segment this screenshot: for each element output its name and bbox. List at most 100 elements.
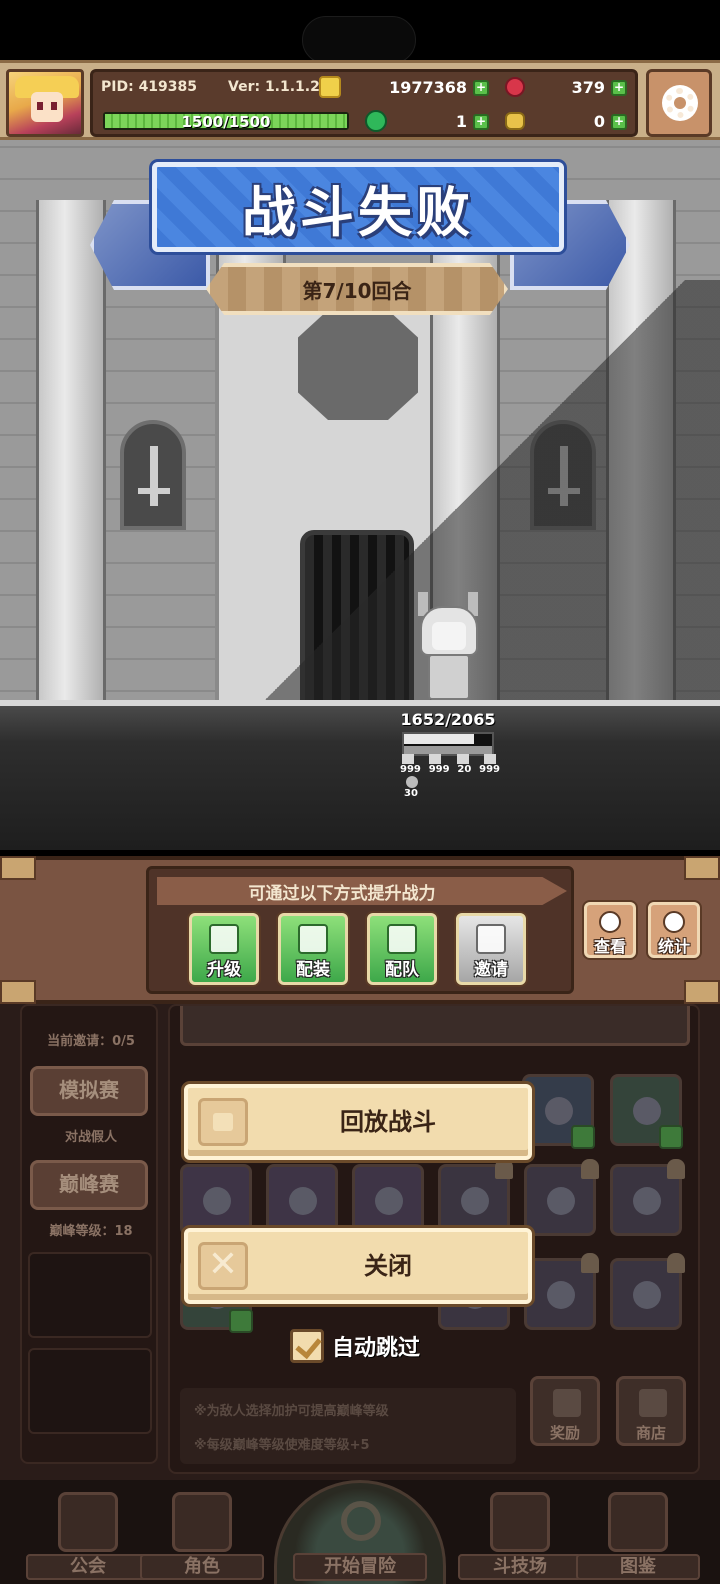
powerup-panel: 可通过以下方式提升战力 升级 配装 配队 邀请 查看 统计: [0, 856, 720, 1004]
hero-stats: 999 999 20 999: [400, 764, 500, 775]
skull-icon: [633, 1187, 661, 1215]
helmet-skill[interactable]: [266, 1164, 338, 1236]
add-clover-button[interactable]: +: [473, 114, 489, 130]
bottom-nav: 公会 角色 开始冒险 斗技场 图鉴: [0, 1480, 720, 1584]
cloud-icon: [203, 1187, 231, 1215]
stat-speed: 20: [457, 764, 472, 775]
empty-slot: [28, 1348, 152, 1434]
note-line-1: ※为敌人选择加护可提高巅峰等级: [194, 1404, 389, 1419]
lock-icon: [495, 1159, 513, 1179]
resource-panel: PID: 419385 Ver: 1.1.1.2 1977368 + 379 +…: [90, 69, 638, 137]
auto-skip-label: 自动跳过: [332, 1336, 421, 1361]
stat-crit: 999: [479, 764, 500, 775]
lock-icon: [581, 1253, 599, 1273]
lock-icon: [581, 1159, 599, 1179]
magnifier-icon: [341, 1501, 381, 1541]
shop-button[interactable]: 商店: [616, 1376, 686, 1446]
player-id: PID: 419385: [101, 79, 198, 95]
replay-battle-button[interactable]: 回放战斗: [184, 1084, 532, 1160]
gear-skill[interactable]: [524, 1159, 599, 1236]
hero-sprite: [414, 592, 484, 702]
stat-defense: 999: [428, 764, 450, 775]
auto-skip-checkbox[interactable]: [290, 1329, 324, 1363]
arena-mode-column: 当前邀请：0/5 模拟赛 对战假人 巅峰赛 巅峰等级：18: [20, 1004, 158, 1464]
settings-button[interactable]: [646, 69, 712, 137]
lightning-skill[interactable]: [438, 1159, 513, 1236]
gem-icon: [505, 77, 525, 97]
empty-slot: [28, 1252, 152, 1338]
peak-tab[interactable]: 巅峰赛: [30, 1160, 148, 1210]
list-icon: [663, 911, 685, 933]
armor-icon: [298, 924, 328, 954]
clover-icon: [365, 110, 387, 132]
add-gems-button[interactable]: +: [611, 80, 627, 96]
add-gold-button[interactable]: +: [473, 80, 489, 96]
auto-skip-toggle[interactable]: 自动跳过: [290, 1328, 420, 1364]
close-button[interactable]: ✕ 关闭: [184, 1228, 532, 1304]
powerup-tip-box: 可通过以下方式提升战力 升级 配装 配队 邀请: [146, 866, 574, 994]
add-bone-button[interactable]: +: [611, 114, 627, 130]
shop-icon: [639, 1389, 667, 1417]
reward-button[interactable]: 奖励: [530, 1376, 600, 1446]
nav-guild[interactable]: 公会: [26, 1492, 150, 1580]
player-avatar[interactable]: [6, 69, 84, 137]
view-button[interactable]: 查看: [584, 902, 636, 958]
character-icon: [172, 1492, 232, 1552]
nav-character[interactable]: 角色: [140, 1492, 264, 1580]
infinity-skill[interactable]: [610, 1253, 685, 1330]
gold-coin-icon: [319, 76, 341, 98]
lock-icon: [667, 1253, 685, 1273]
statistics-button[interactable]: 统计: [648, 902, 700, 958]
stamina-bar: 1500/1500: [103, 112, 349, 131]
burst-skill[interactable]: [352, 1164, 424, 1236]
hero-hp-text: 1652/2065: [400, 710, 496, 729]
stat-attack: 999: [400, 764, 421, 775]
magnifier-icon: [599, 911, 621, 933]
nav-adventure[interactable]: 开始冒险: [274, 1480, 446, 1584]
team-button[interactable]: 配队: [367, 913, 437, 985]
gem-amount: 379: [571, 78, 605, 97]
battle-scene: 战斗失败 第7/10回合 1652/2065 999 999 20 999 30: [0, 140, 720, 850]
axe-skill[interactable]: [524, 1253, 599, 1330]
cloud-skill[interactable]: [180, 1164, 252, 1236]
arena-notes: ※为敌人选择加护可提高巅峰等级 ※每级巅峰等级使难度等级+5: [180, 1388, 516, 1464]
hero-hp-bar: [402, 732, 494, 756]
clover-amount: 1: [455, 112, 467, 131]
burst-icon: [375, 1187, 403, 1215]
equip-button[interactable]: 配装: [278, 913, 348, 985]
device-notch: [302, 16, 416, 64]
chest-icon: [553, 1389, 581, 1417]
helmet-icon: [289, 1187, 317, 1215]
note-line-2: ※每级巅峰等级使难度等级+5: [194, 1438, 370, 1453]
extra-stat-icon: [406, 776, 418, 788]
sword-niche: [120, 420, 186, 530]
enemy-preview: [180, 1006, 690, 1046]
invite-status: 当前邀请：0/5: [47, 1034, 135, 1049]
level-up-icon: [209, 924, 239, 954]
guild-icon: [58, 1492, 118, 1552]
crossed-swords-icon: [490, 1492, 550, 1552]
check-icon: [659, 1125, 683, 1149]
skull-skill[interactable]: [610, 1159, 685, 1236]
check-icon: [229, 1309, 253, 1333]
nav-codex[interactable]: 图鉴: [576, 1492, 700, 1580]
round-text: 第7/10回合: [302, 278, 412, 303]
invite-button[interactable]: 邀请: [456, 913, 526, 985]
bone-icon: [505, 112, 525, 130]
powerup-tip: 可通过以下方式提升战力: [248, 883, 436, 904]
axe-icon: [547, 1281, 575, 1309]
infinity-icon: [633, 1281, 661, 1309]
level-up-button[interactable]: 升级: [189, 913, 259, 985]
claw-skill[interactable]: [610, 1074, 683, 1149]
paw-skill[interactable]: [522, 1074, 595, 1149]
gold-amount: 1977368: [389, 78, 467, 97]
hero-hp-fill: [404, 734, 475, 744]
bone-amount: 0: [593, 112, 605, 131]
peak-level: 巅峰等级：18: [49, 1224, 133, 1239]
battle-result-title: 战斗失败: [242, 180, 474, 244]
nav-arena[interactable]: 斗技场: [458, 1492, 582, 1580]
close-icon: ✕: [198, 1242, 248, 1290]
top-status-bar: PID: 419385 Ver: 1.1.1.2 1977368 + 379 +…: [0, 60, 720, 140]
simulation-tab[interactable]: 模拟赛: [30, 1066, 148, 1116]
lock-icon: [667, 1159, 685, 1179]
